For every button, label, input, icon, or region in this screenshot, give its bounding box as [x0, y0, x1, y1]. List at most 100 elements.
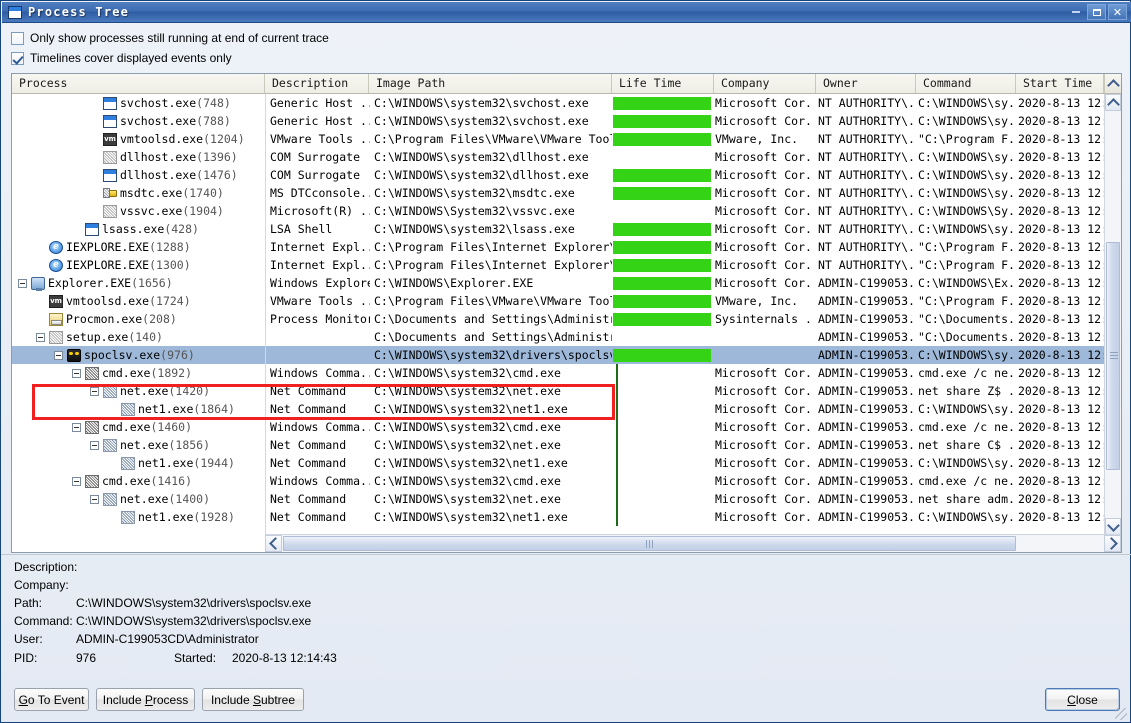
column-header-company[interactable]: Company [714, 74, 816, 93]
column-header-start-time[interactable]: Start Time [1016, 74, 1104, 93]
process-cell: vm vmtoolsd.exe (1204) [12, 130, 265, 148]
table-row[interactable]: vssvc.exe (1904) Microsoft(R) ... C:\WINDO… [12, 202, 1104, 220]
table-row[interactable]: msdtc.exe (1740) MS DTCconsole... C:\WINDO… [12, 184, 1104, 202]
table-row[interactable]: e IEXPLORE.EXE (1288) Internet Expl... C:\P… [12, 238, 1104, 256]
table-row[interactable]: svchost.exe (748) Generic Host ... C:\WIND… [12, 94, 1104, 112]
start-time-cell: 2020-8-13 12:... [1018, 348, 1104, 362]
go-to-event-button[interactable]: Go To Event [14, 688, 89, 711]
include-subtree-button[interactable]: Include Subtree [202, 688, 304, 711]
process-name: vmtoolsd.exe [66, 294, 150, 308]
collapse-toggle-icon[interactable] [72, 476, 81, 486]
table-row[interactable]: cmd.exe (1460) Windows Comma... C:\WINDOWS… [12, 418, 1104, 436]
description-cell: VMware Tools ... [270, 294, 370, 308]
table-row[interactable]: net1.exe (1864) Net Command C:\WINDOWS\sys… [12, 400, 1104, 418]
window-controls: ✕ [1066, 4, 1127, 20]
column-header-life-time[interactable]: Life Time [612, 74, 714, 93]
start-time-cell: 2020-8-13 12:... [1018, 474, 1104, 488]
scroll-left-button[interactable] [265, 535, 282, 552]
vertical-scrollbar-thumb[interactable] [1106, 242, 1120, 470]
header-scroll-up-icon[interactable] [1104, 74, 1121, 93]
table-row[interactable]: spoclsv.exe (976) C:\WINDOWS\system32\dri… [12, 346, 1104, 364]
table-row[interactable]: vm vmtoolsd.exe (1724) VMware Tools ... C:\… [12, 292, 1104, 310]
resize-grip-icon[interactable] [1115, 708, 1127, 720]
life-time-bar [613, 349, 711, 362]
collapse-toggle-icon[interactable] [36, 332, 45, 342]
image-path-cell: C:\WINDOWS\system32\cmd.exe [374, 366, 561, 380]
image-path-cell: C:\WINDOWS\system32\svchost.exe [374, 96, 589, 110]
image-path-cell: C:\WINDOWS\system32\svchost.exe [374, 114, 589, 128]
scroll-right-button[interactable] [1104, 535, 1121, 552]
process-cell: net1.exe (1864) [12, 400, 265, 418]
command-cell: C:\WINDOWS\sy... [918, 186, 1014, 200]
table-row[interactable]: net1.exe (1944) Net Command C:\WINDOWS\sys… [12, 454, 1104, 472]
collapse-toggle-icon[interactable] [72, 422, 81, 432]
checkbox-only-running-box[interactable] [11, 31, 24, 45]
column-header-description[interactable]: Description [265, 74, 369, 93]
column-header-command[interactable]: Command [916, 74, 1016, 93]
table-row[interactable]: lsass.exe (428) LSA Shell C:\WINDOWS\syste… [12, 220, 1104, 238]
collapse-toggle-icon[interactable] [54, 350, 63, 360]
process-cell: cmd.exe (1892) [12, 364, 265, 382]
table-row[interactable]: vm vmtoolsd.exe (1204) VMware Tools ... C:\… [12, 130, 1104, 148]
company-cell: VMware, Inc. [715, 294, 799, 308]
collapse-toggle-icon[interactable] [90, 440, 99, 450]
table-row[interactable]: setup.exe (140) C:\Documents and Settings… [12, 328, 1104, 346]
image-path-cell: C:\WINDOWS\system32\net.exe [374, 384, 561, 398]
horizontal-scrollbar[interactable] [265, 534, 1121, 552]
details-separator [1, 554, 1131, 555]
column-header-image-path[interactable]: Image Path [369, 74, 612, 93]
details-description-label: Description: [14, 560, 78, 574]
maximize-button[interactable] [1087, 4, 1106, 20]
table-row[interactable]: net.exe (1856) Net Command C:\WINDOWS\syst… [12, 436, 1104, 454]
table-row[interactable]: svchost.exe (788) Generic Host ... C:\WIND… [12, 112, 1104, 130]
table-row[interactable]: net.exe (1420) Net Command C:\WINDOWS\syst… [12, 382, 1104, 400]
window-title: Process Tree [28, 5, 130, 19]
image-path-cell: C:\WINDOWS\system32\dllhost.exe [374, 150, 589, 164]
collapse-toggle-icon[interactable] [90, 494, 99, 504]
description-cell: Net Command [270, 510, 347, 524]
collapse-toggle-icon[interactable] [72, 368, 81, 378]
life-time-line [616, 364, 618, 382]
image-path-cell: C:\WINDOWS\system32\net.exe [374, 438, 561, 452]
collapse-toggle-icon[interactable] [90, 386, 99, 396]
process-rows-container[interactable]: svchost.exe (748) Generic Host ... C:\WIND… [12, 94, 1104, 535]
checkbox-timelines[interactable]: Timelines cover displayed events only [11, 51, 232, 65]
description-cell: Generic Host ... [270, 114, 370, 128]
process-pid: (1300) [149, 258, 191, 272]
start-time-cell: 2020-8-13 12:... [1018, 384, 1104, 398]
close-window-button[interactable]: ✕ [1108, 4, 1127, 20]
command-cell: net share C$ ... [918, 438, 1014, 452]
collapse-toggle-icon[interactable] [18, 278, 27, 288]
checkbox-timelines-box[interactable] [11, 51, 24, 65]
process-cell: net.exe (1856) [12, 436, 265, 454]
table-row[interactable]: Procmon.exe (208) Process Monitor C:\Docum… [12, 310, 1104, 328]
description-cell [270, 328, 370, 346]
include-process-button[interactable]: Include Process [96, 688, 195, 711]
table-row[interactable]: net.exe (1400) Net Command C:\WINDOWS\syst… [12, 490, 1104, 508]
life-time-line [616, 490, 618, 508]
description-cell: MS DTCconsole... [270, 186, 370, 200]
scroll-down-button[interactable] [1105, 518, 1121, 535]
checkbox-only-running[interactable]: Only show processes still running at end… [11, 31, 329, 45]
table-row[interactable]: dllhost.exe (1476) COM Surrogate C:\WINDOW… [12, 166, 1104, 184]
column-header-owner[interactable]: Owner [816, 74, 916, 93]
close-button[interactable]: Close [1045, 688, 1120, 711]
scroll-up-button[interactable] [1105, 94, 1121, 111]
column-header-process[interactable]: Process [12, 74, 265, 93]
table-row[interactable]: dllhost.exe (1396) COM Surrogate C:\WINDOW… [12, 148, 1104, 166]
minimize-button[interactable] [1066, 4, 1085, 20]
table-row[interactable]: cmd.exe (1892) Windows Comma... C:\WINDOWS… [12, 364, 1104, 382]
start-time-cell: 2020-8-13 12:... [1018, 150, 1104, 164]
vmware-icon: vm [49, 294, 63, 308]
table-row[interactable]: Explorer.EXE (1656) Windows Explorer C:\WI… [12, 274, 1104, 292]
table-row[interactable]: net1.exe (1928) Net Command C:\WINDOWS\sys… [12, 508, 1104, 526]
table-row[interactable]: cmd.exe (1416) Windows Comma... C:\WINDOWS… [12, 472, 1104, 490]
vertical-scrollbar[interactable] [1104, 94, 1121, 535]
start-time-cell: 2020-8-13 12:... [1018, 186, 1104, 200]
process-cell: net.exe (1420) [12, 382, 265, 400]
horizontal-scrollbar-thumb[interactable] [283, 536, 1016, 551]
table-row[interactable]: e IEXPLORE.EXE (1300) Internet Expl... C:\P… [12, 256, 1104, 274]
life-time-bar [613, 277, 711, 290]
